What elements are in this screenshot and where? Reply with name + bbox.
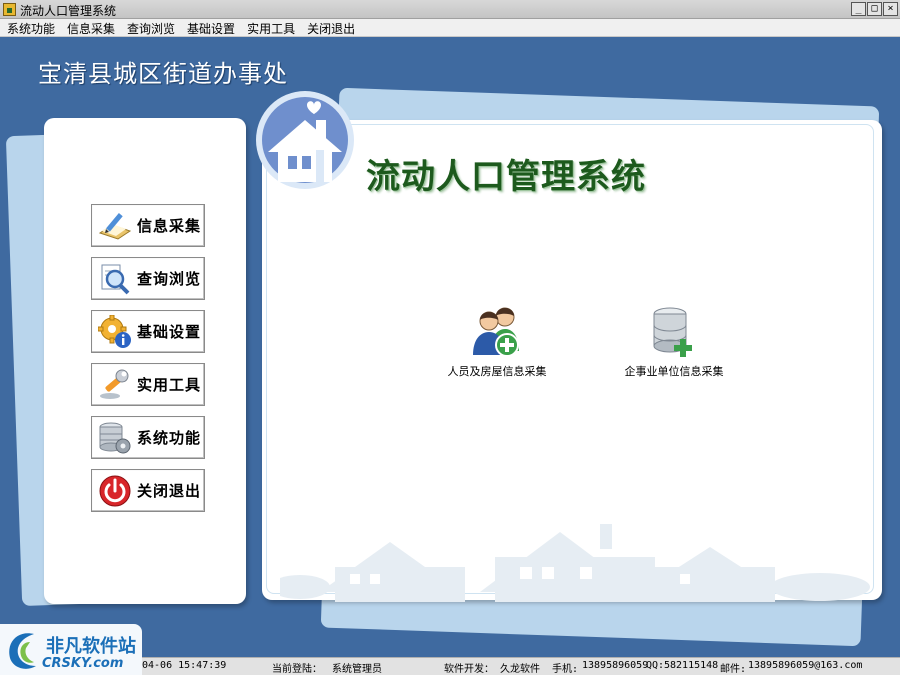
window-title: 流动人口管理系统 [20, 4, 117, 18]
nav-button-exit[interactable]: 关闭退出 [91, 469, 205, 512]
magnifier-icon [101, 264, 130, 294]
close-button[interactable]: × [883, 2, 898, 16]
nav-button-utilities[interactable]: 实用工具 [91, 363, 205, 406]
people-add-icon [473, 307, 519, 357]
feature-people-housing[interactable]: 人员及房屋信息采集 [427, 303, 567, 379]
houses-decoration [280, 524, 870, 602]
menu-query-browse[interactable]: 查询浏览 [123, 19, 183, 36]
status-phone: 13895896059 [582, 660, 649, 671]
gear-info-icon [98, 314, 131, 348]
feature-label: 人员及房屋信息采集 [447, 365, 547, 378]
menu-bar: 系统功能 信息采集 查询浏览 基础设置 实用工具 关闭退出 [0, 19, 900, 37]
nav-button-label: 信息采集 [137, 217, 202, 235]
watermark-logo: 非凡软件站 CRSKY.com [0, 624, 142, 675]
status-developer-label: 软件开发： [444, 664, 494, 675]
status-qq-label: QQ: [646, 660, 665, 671]
status-login-user: 系统管理员 [332, 664, 382, 675]
nav-button-label: 查询浏览 [137, 270, 202, 288]
feature-enterprise-units[interactable]: 企事业单位信息采集 [604, 305, 744, 379]
nav-panel [44, 118, 246, 604]
system-title: 流动人口管理系统 [366, 157, 646, 197]
title-bar: 流动人口管理系统 _ □ × [0, 0, 900, 19]
minimize-button[interactable]: _ [851, 2, 866, 16]
watermark-en: CRSKY.com [42, 656, 124, 671]
database-add-icon [653, 307, 692, 357]
nav-button-label: 系统功能 [137, 429, 202, 447]
menu-system-functions[interactable]: 系统功能 [3, 19, 63, 36]
nav-button-label: 关闭退出 [137, 482, 202, 500]
window-controls: _ □ × [851, 2, 898, 16]
menu-utilities[interactable]: 实用工具 [243, 19, 303, 36]
house-logo-icon [256, 91, 354, 189]
main-area: 宝清县城区街道办事处 流动人口管理系统 信息采集 查询浏览 基础设置 实用工具 … [0, 37, 900, 657]
org-title: 宝清县城区街道办事处 [38, 60, 288, 88]
nav-button-query-browse[interactable]: 查询浏览 [91, 257, 205, 300]
app-icon [3, 3, 16, 16]
menu-basic-settings[interactable]: 基础设置 [183, 19, 243, 36]
power-icon [99, 475, 131, 506]
nav-button-system-functions[interactable]: 系统功能 [91, 416, 205, 459]
status-phone-label: 手机: [552, 664, 579, 675]
nav-button-label: 实用工具 [137, 376, 202, 394]
nav-button-info-collection[interactable]: 信息采集 [91, 204, 205, 247]
watermark-cn: 非凡软件站 [46, 636, 136, 657]
pencil-paper-icon [98, 212, 132, 240]
status-login-label: 当前登陆： [272, 664, 322, 675]
menu-exit[interactable]: 关闭退出 [303, 19, 363, 36]
status-email-label: 邮件: [720, 664, 747, 675]
menu-info-collection[interactable]: 信息采集 [63, 19, 123, 36]
status-developer: 久龙软件 [500, 664, 540, 675]
status-email: 13895896059@163.com [748, 660, 863, 671]
crsky-logo-icon [9, 633, 36, 669]
server-gear-icon [99, 422, 131, 453]
nav-button-basic-settings[interactable]: 基础设置 [91, 310, 205, 353]
feature-label: 企事业单位信息采集 [624, 365, 724, 378]
status-qq: 582115148 [664, 660, 719, 671]
nav-button-label: 基础设置 [137, 323, 202, 341]
wrench-icon [100, 369, 129, 399]
status-datetime: 04-06 15:47:39 [142, 660, 227, 671]
maximize-button[interactable]: □ [867, 2, 882, 16]
